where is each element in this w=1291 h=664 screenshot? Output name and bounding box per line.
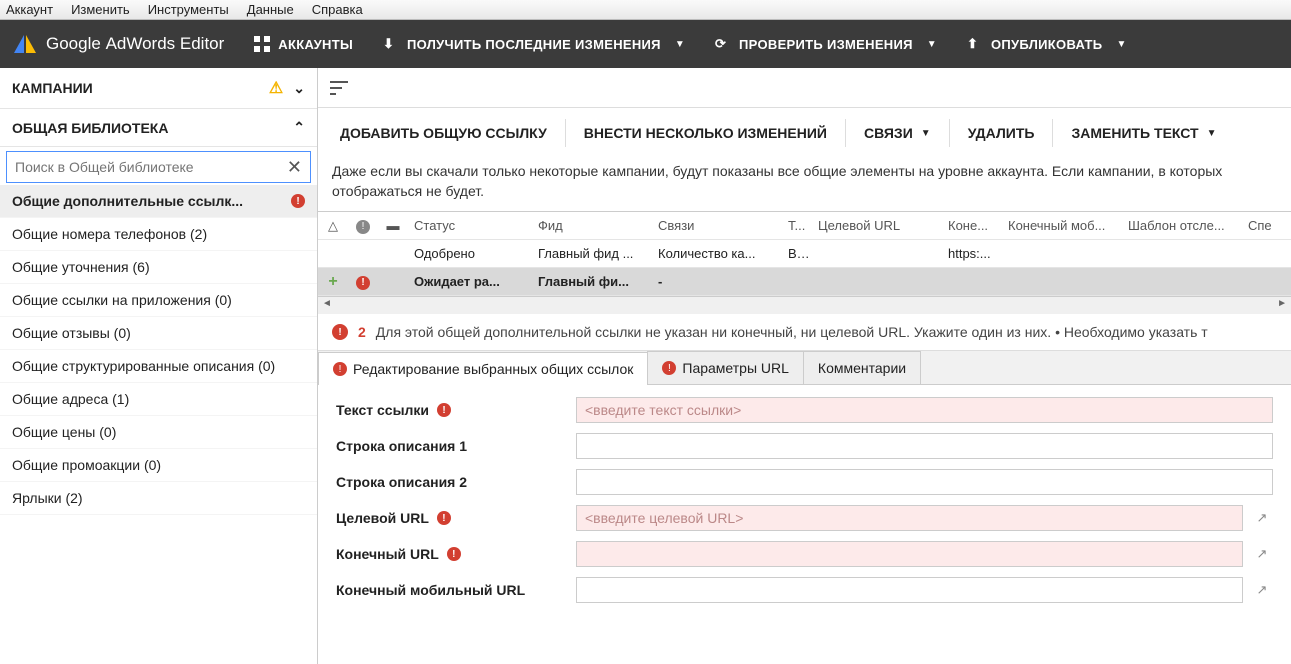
error-icon: !: [333, 362, 347, 376]
warning-icon: ⚠: [269, 78, 283, 98]
sidebar-search[interactable]: ✕: [6, 151, 311, 183]
publish-button[interactable]: ⬆ ОПУБЛИКОВАТЬ▼: [967, 36, 1127, 52]
error-icon: !: [447, 547, 461, 561]
sidebar-item-snippets[interactable]: Общие структурированные описания (0): [0, 350, 317, 383]
error-bar: ! 2 Для этой общей дополнительной ссылки…: [318, 314, 1291, 351]
menu-data[interactable]: Данные: [247, 2, 294, 17]
menu-tools[interactable]: Инструменты: [148, 2, 229, 17]
filter-icon[interactable]: [330, 81, 350, 95]
main-panel: ДОБАВИТЬ ОБЩУЮ ССЫЛКУ ВНЕСТИ НЕСКОЛЬКО И…: [318, 68, 1291, 664]
sidebar: КАМПАНИИ ⚠⌄ ОБЩАЯ БИБЛИОТЕКА ⌃ ✕ Общие д…: [0, 68, 318, 664]
grid-row[interactable]: + ! Ожидает ра...Главный фи... -: [318, 268, 1291, 296]
sidebar-library-header[interactable]: ОБЩАЯ БИБЛИОТЕКА ⌃: [0, 109, 317, 147]
detail-tabs: !Редактирование выбранных общих ссылок !…: [318, 351, 1291, 385]
horizontal-scrollbar[interactable]: [318, 296, 1291, 314]
external-link-icon[interactable]: ↗: [1251, 507, 1273, 529]
chevron-up-icon: ⌃: [293, 119, 305, 136]
app-logo: Google AdWords Editor: [14, 34, 224, 54]
sidebar-item-callouts[interactable]: Общие уточнения (6): [0, 251, 317, 284]
os-menubar: Аккаунт Изменить Инструменты Данные Спра…: [0, 0, 1291, 20]
get-changes-button[interactable]: ⬇ ПОЛУЧИТЬ ПОСЛЕДНИЕ ИЗМЕНЕНИЯ▼: [383, 36, 685, 52]
links-button[interactable]: СВЯЗИ▼: [852, 117, 943, 149]
delete-button[interactable]: УДАЛИТЬ: [956, 117, 1047, 149]
error-icon: !: [437, 403, 451, 417]
tab-edit[interactable]: !Редактирование выбранных общих ссылок: [318, 352, 648, 385]
dest-url-input[interactable]: [576, 505, 1243, 531]
tab-comments[interactable]: Комментарии: [803, 351, 921, 384]
sidebar-item-phones[interactable]: Общие номера телефонов (2): [0, 218, 317, 251]
sidebar-item-apps[interactable]: Общие ссылки на приложения (0): [0, 284, 317, 317]
accounts-button[interactable]: АККАУНТЫ: [254, 36, 353, 52]
error-icon: !: [437, 511, 451, 525]
sidebar-item-sitelinks[interactable]: Общие дополнительные ссылк...!: [0, 185, 317, 218]
refresh-icon: ⟳: [715, 36, 731, 52]
check-changes-button[interactable]: ⟳ ПРОВЕРИТЬ ИЗМЕНЕНИЯ▼: [715, 36, 937, 52]
logo-icon: [14, 35, 24, 53]
external-link-icon[interactable]: ↗: [1251, 579, 1273, 601]
link-text-input[interactable]: [576, 397, 1273, 423]
data-grid: △!▬ СтатусФид СвязиТ... Целевой URLКоне.…: [318, 211, 1291, 314]
replace-text-button[interactable]: ЗАМЕНИТЬ ТЕКСТ▼: [1059, 117, 1228, 149]
final-mobile-url-input[interactable]: [576, 577, 1243, 603]
info-text: Даже если вы скачали только некоторые ка…: [318, 158, 1291, 211]
edit-form: Текст ссылки! Строка описания 1 Строка о…: [318, 385, 1291, 625]
download-icon: ⬇: [383, 36, 399, 52]
grid-row[interactable]: ОдобреноГлавный фид ... Количество ка...…: [318, 240, 1291, 268]
search-input[interactable]: [15, 159, 287, 175]
sidebar-item-labels[interactable]: Ярлыки (2): [0, 482, 317, 515]
upload-icon: ⬆: [967, 36, 983, 52]
grid-icon: [254, 36, 270, 52]
error-icon: !: [662, 361, 676, 375]
caret-icon: ▼: [927, 39, 937, 50]
grid-header[interactable]: △!▬ СтатусФид СвязиТ... Целевой URLКоне.…: [318, 212, 1291, 240]
caret-icon: ▼: [1207, 128, 1217, 139]
error-icon: !: [291, 194, 305, 208]
main-toolbar: Google AdWords Editor АККАУНТЫ ⬇ ПОЛУЧИТ…: [0, 20, 1291, 68]
error-icon: !: [356, 276, 370, 290]
chevron-down-icon: ⌄: [293, 80, 305, 97]
sidebar-item-addresses[interactable]: Общие адреса (1): [0, 383, 317, 416]
bulk-changes-button[interactable]: ВНЕСТИ НЕСКОЛЬКО ИЗМЕНЕНИЙ: [572, 117, 839, 149]
clear-icon[interactable]: ✕: [287, 157, 302, 178]
final-url-input[interactable]: [576, 541, 1243, 567]
action-bar: ДОБАВИТЬ ОБЩУЮ ССЫЛКУ ВНЕСТИ НЕСКОЛЬКО И…: [318, 108, 1291, 158]
caret-icon: ▼: [1116, 39, 1126, 50]
tab-url-params[interactable]: !Параметры URL: [647, 351, 804, 384]
caret-icon: ▼: [675, 39, 685, 50]
error-message: Для этой общей дополнительной ссылки не …: [376, 324, 1208, 340]
menu-account[interactable]: Аккаунт: [6, 2, 53, 17]
error-icon: !: [332, 324, 348, 340]
desc1-input[interactable]: [576, 433, 1273, 459]
add-icon: +: [328, 273, 337, 290]
sidebar-campaigns-header[interactable]: КАМПАНИИ ⚠⌄: [0, 68, 317, 109]
filter-bar: [318, 68, 1291, 108]
sidebar-item-reviews[interactable]: Общие отзывы (0): [0, 317, 317, 350]
menu-help[interactable]: Справка: [312, 2, 363, 17]
caret-icon: ▼: [921, 128, 931, 139]
menu-edit[interactable]: Изменить: [71, 2, 130, 17]
add-sitelink-button[interactable]: ДОБАВИТЬ ОБЩУЮ ССЫЛКУ: [328, 117, 559, 149]
sidebar-item-prices[interactable]: Общие цены (0): [0, 416, 317, 449]
desc2-input[interactable]: [576, 469, 1273, 495]
error-count: 2: [358, 324, 366, 340]
brand-text: Google AdWords Editor: [46, 34, 224, 54]
logo-icon: [26, 35, 36, 53]
sidebar-item-promotions[interactable]: Общие промоакции (0): [0, 449, 317, 482]
external-link-icon[interactable]: ↗: [1251, 543, 1273, 565]
